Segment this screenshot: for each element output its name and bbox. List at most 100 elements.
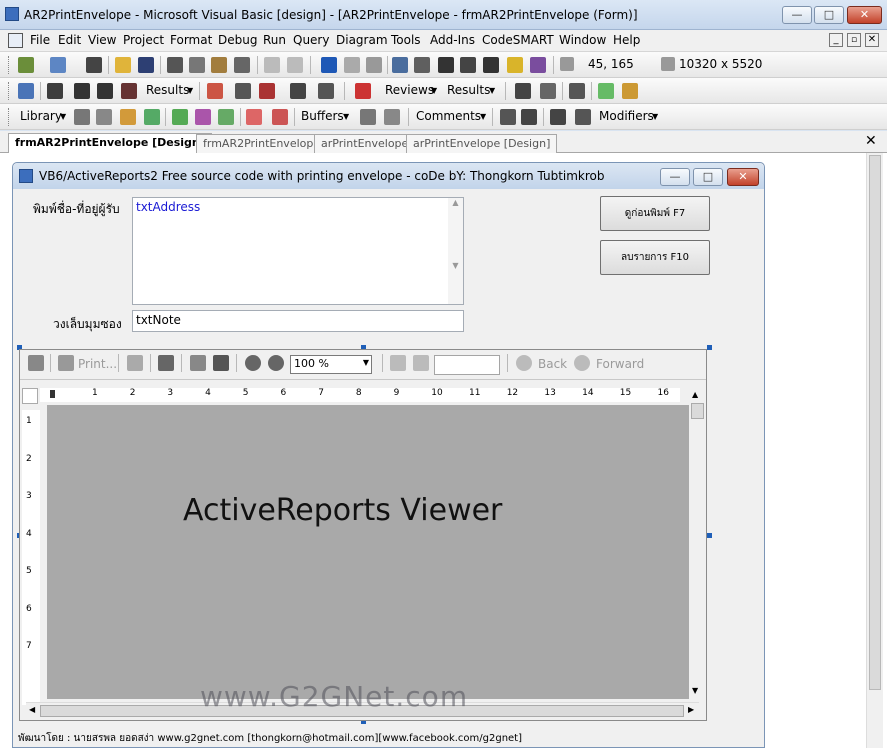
scroll-left-arrow[interactable]: ◀ <box>29 705 35 714</box>
data-view-icon[interactable] <box>507 57 523 73</box>
menu-tools[interactable]: Tools <box>391 33 421 47</box>
paste-icon[interactable] <box>211 57 227 73</box>
close-button[interactable]: ✕ <box>847 6 882 24</box>
buffer-copy-icon[interactable] <box>360 109 376 125</box>
check-tool-icon[interactable] <box>290 83 306 99</box>
list-tool-2-icon[interactable] <box>550 109 566 125</box>
library-grid-icon[interactable] <box>144 109 160 125</box>
review-results-dropdown-arrow[interactable]: ▼ <box>489 86 495 95</box>
table-of-contents-icon[interactable] <box>28 355 44 371</box>
insert-tool-icon[interactable] <box>172 109 188 125</box>
scroll-up-arrow[interactable]: ▲ <box>692 390 698 399</box>
redo-icon[interactable] <box>287 57 303 73</box>
paste-tool-icon[interactable] <box>622 83 638 99</box>
modifiers-dropdown[interactable]: Modifiers <box>599 109 654 123</box>
save-icon[interactable] <box>138 57 154 73</box>
find-replace-icon[interactable] <box>97 83 113 99</box>
maximize-button[interactable]: □ <box>814 6 844 24</box>
reviews-dropdown[interactable]: Reviews <box>385 83 434 97</box>
sort-icon[interactable] <box>521 109 537 125</box>
menu-addins[interactable]: Add-Ins <box>430 33 475 47</box>
copy-icon[interactable] <box>189 57 205 73</box>
library-dropdown[interactable]: Library <box>20 109 62 123</box>
copy-page-icon[interactable] <box>127 355 143 371</box>
menu-query[interactable]: Query <box>293 33 329 47</box>
minimize-button[interactable]: — <box>782 6 812 24</box>
toolbox-icon[interactable] <box>483 57 499 73</box>
gem-add-icon[interactable] <box>218 109 234 125</box>
copy-tool-icon[interactable] <box>598 83 614 99</box>
scroll-thumb[interactable] <box>691 403 704 419</box>
page-number-input[interactable] <box>434 355 500 375</box>
undo-icon[interactable] <box>264 57 280 73</box>
stop-icon[interactable] <box>366 57 382 73</box>
library-copy-icon[interactable] <box>96 109 112 125</box>
menu-help[interactable]: Help <box>613 33 640 47</box>
window-tool-icon[interactable] <box>318 83 334 99</box>
menu-edit[interactable]: Edit <box>58 33 81 47</box>
binoculars-icon[interactable] <box>74 83 90 99</box>
print-button-label[interactable]: Print... <box>78 357 117 371</box>
report-canvas[interactable]: ActiveReports Viewer <box>47 405 690 699</box>
designed-form[interactable]: VB6/ActiveReports2 Free source code with… <box>12 162 765 748</box>
run-icon[interactable] <box>321 57 337 73</box>
tab-report-code[interactable]: arPrintEnvelope <box>314 134 416 153</box>
indent-tool-icon[interactable] <box>246 109 262 125</box>
note-textbox[interactable]: txtNote <box>132 310 464 332</box>
viewer-vertical-scrollbar[interactable]: ▲ ▼ <box>689 388 706 702</box>
ok-icon[interactable] <box>540 83 556 99</box>
menu-format[interactable]: Format <box>170 33 212 47</box>
multi-page-icon[interactable] <box>213 355 229 371</box>
cut-icon[interactable] <box>167 57 183 73</box>
zoom-out-icon[interactable] <box>245 355 261 371</box>
add-project-icon[interactable] <box>18 57 34 73</box>
address-scrollbar[interactable]: ▲ ▼ <box>448 198 463 304</box>
buffers-dropdown-arrow[interactable]: ▼ <box>343 112 349 121</box>
library-add-icon[interactable] <box>74 109 90 125</box>
single-page-icon[interactable] <box>190 355 206 371</box>
properties-icon[interactable] <box>414 57 430 73</box>
close-tab-icon[interactable]: ✕ <box>865 133 877 149</box>
delete-item-icon[interactable] <box>259 83 275 99</box>
library-tag-icon[interactable] <box>120 109 136 125</box>
workspace-scrollbar[interactable] <box>866 153 883 748</box>
tab-form-code[interactable]: frmAR2PrintEnvelope <box>196 134 328 153</box>
open-folder-icon[interactable] <box>115 57 131 73</box>
edit-tool-icon[interactable] <box>569 83 585 99</box>
remove-item-icon[interactable] <box>235 83 251 99</box>
gems-icon[interactable] <box>195 109 211 125</box>
buffers-dropdown[interactable]: Buffers <box>301 109 344 123</box>
results-dropdown[interactable]: Results <box>146 83 189 97</box>
comments-dropdown[interactable]: Comments <box>416 109 481 123</box>
back-arrow-icon[interactable] <box>516 355 532 371</box>
selection-handle[interactable] <box>707 533 712 538</box>
form-maximize-button[interactable]: □ <box>693 168 723 186</box>
zoom-select[interactable]: 100 % ▼ <box>290 355 372 374</box>
review-check-icon[interactable] <box>355 83 371 99</box>
menu-file[interactable]: File <box>30 33 50 47</box>
modifiers-dropdown-arrow[interactable]: ▼ <box>652 112 658 121</box>
next-page-icon[interactable] <box>413 355 429 371</box>
zoom-in-icon[interactable] <box>268 355 284 371</box>
menu-diagram[interactable]: Diagram <box>336 33 388 47</box>
scroll-thumb[interactable] <box>869 155 881 690</box>
library-dropdown-arrow[interactable]: ▼ <box>60 112 66 121</box>
chevron-down-icon[interactable]: ▼ <box>363 358 369 367</box>
menu-codesmart[interactable]: CodeSMART <box>482 33 554 47</box>
menu-window[interactable]: Window <box>559 33 606 47</box>
reviews-dropdown-arrow[interactable]: ▼ <box>431 86 437 95</box>
outdent-tool-icon[interactable] <box>272 109 288 125</box>
buffer-paste-icon[interactable] <box>384 109 400 125</box>
component-manager-icon[interactable] <box>530 57 546 73</box>
form-close-button[interactable]: ✕ <box>727 168 759 186</box>
object-browser-icon[interactable] <box>460 57 476 73</box>
list-tool-icon[interactable] <box>515 83 531 99</box>
menu-run[interactable]: Run <box>263 33 286 47</box>
tab-form-design[interactable]: frmAR2PrintEnvelope [Design] <box>8 133 212 154</box>
forward-arrow-icon[interactable] <box>574 355 590 371</box>
form-layout-icon[interactable] <box>438 57 454 73</box>
selection-handle[interactable] <box>707 345 712 350</box>
comments-dropdown-arrow[interactable]: ▼ <box>480 112 486 121</box>
report-icon[interactable] <box>207 83 223 99</box>
menu-editor-icon[interactable] <box>86 57 102 73</box>
